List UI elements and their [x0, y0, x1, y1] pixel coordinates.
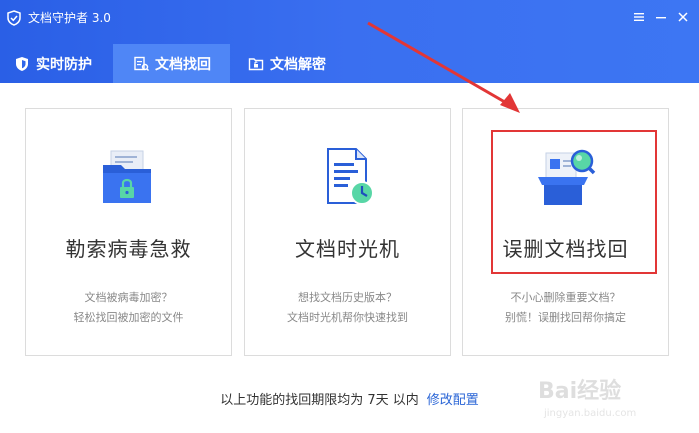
close-button[interactable] [674, 8, 692, 26]
watermark-brand: Bai经验 [538, 378, 621, 404]
watermark-url: jingyan.baidu.com [543, 408, 636, 419]
menu-icon [634, 13, 644, 21]
shield-logo-icon [7, 10, 21, 26]
document-search-icon [134, 56, 149, 71]
menu-button[interactable] [630, 8, 648, 26]
retention-period-text: 以上功能的找回期限均为 7天 以内 [220, 393, 419, 408]
card-description-line2: 别慌！误删找回帮你搞定 [505, 311, 626, 324]
title-bar: 文档守护者 3.0 [0, 0, 699, 36]
tab-label: 文档找回 [155, 56, 211, 73]
shield-icon [16, 56, 28, 71]
app-header: 文档守护者 3.0 实时防护 文档找回 文档解密 [0, 0, 699, 83]
unlock-folder-icon [248, 57, 264, 70]
card-ransomware-rescue[interactable]: 勒索病毒急救 文档被病毒加密？ 轻松找回被加密的文件 [25, 108, 232, 356]
card-description-line2: 轻松找回被加密的文件 [73, 311, 184, 324]
modify-settings-link[interactable]: 修改配置 [427, 393, 479, 408]
card-description-line1: 文档被病毒加密？ [84, 291, 173, 304]
tab-label: 实时防护 [36, 56, 92, 73]
annotation-arrow-icon [367, 21, 520, 113]
card-document-time-machine[interactable]: 文档时光机 想找文档历史版本？ 文档时光机帮你快速找到 [244, 108, 451, 356]
minimize-button[interactable] [652, 8, 670, 26]
card-description-line1: 不小心删除重要文档？ [510, 291, 621, 304]
tab-label: 文档解密 [270, 56, 326, 73]
baidu-paw-logo-icon: Bai经验 jingyan.baidu.com [538, 378, 636, 419]
tab-realtime-protection[interactable]: 实时防护 [0, 44, 110, 83]
minimize-icon [656, 17, 666, 19]
baidu-watermark: Bai经验 jingyan.baidu.com [538, 372, 688, 422]
tab-document-decrypt[interactable]: 文档解密 [234, 44, 350, 83]
card-description-line2: 文档时光机帮你快速找到 [287, 311, 408, 324]
document-clock-icon [326, 148, 374, 205]
locked-folder-icon [102, 150, 151, 203]
close-icon [678, 12, 688, 22]
tab-bar: 实时防护 文档找回 文档解密 [0, 44, 699, 83]
card-title: 文档时光机 [295, 237, 400, 261]
card-description-line1: 想找文档历史版本？ [298, 291, 397, 304]
annotation-highlight-box [491, 130, 657, 274]
app-title: 文档守护者 3.0 [28, 11, 111, 25]
tab-document-recovery[interactable]: 文档找回 [113, 44, 230, 83]
card-title: 勒索病毒急救 [65, 237, 192, 261]
